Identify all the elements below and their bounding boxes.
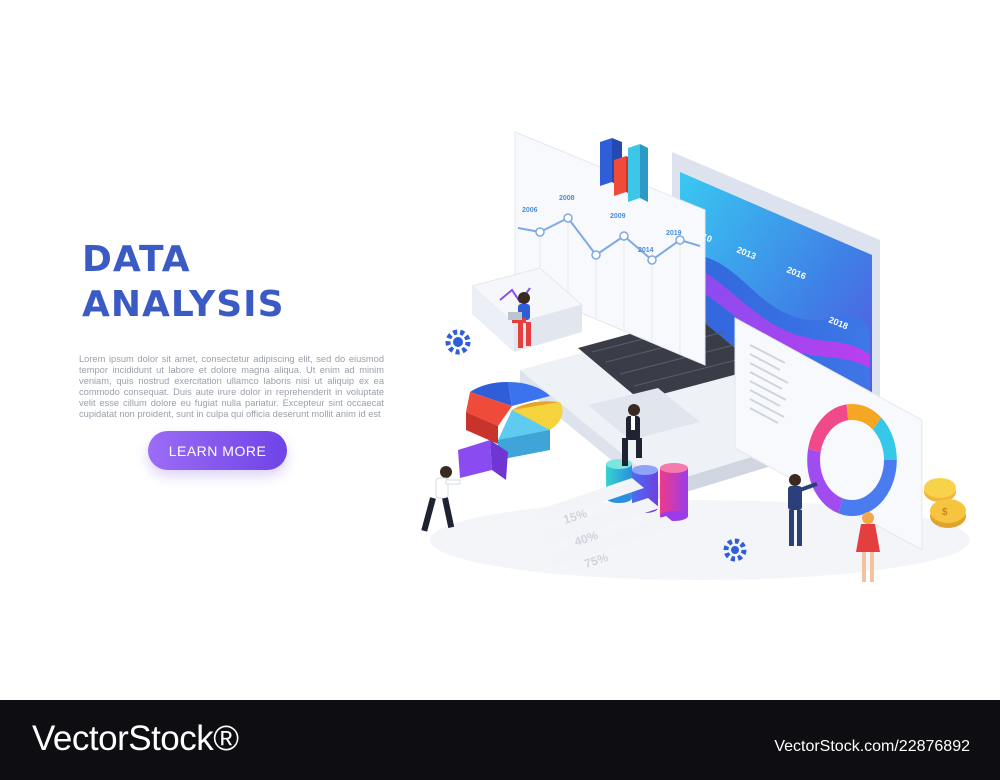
line-year-label: 2006 [522,207,538,214]
hero-banner: DATA ANALYSIS Lorem ipsum dolor sit amet… [0,0,1000,700]
data-analysis-illustration: 2010 2013 2016 2018 [421,131,970,582]
title-line-2: ANALYSIS [82,284,285,325]
line-year-label: 2019 [666,230,682,237]
line-year-label: 2008 [559,195,575,202]
person-pushing [421,466,461,532]
title-line-1: DATA [82,239,191,280]
hero-body-text: Lorem ipsum dolor sit amet, consectetur … [79,354,384,419]
vectorstock-logo: VectorStock® [32,719,239,758]
footer-bar: VectorStock® VectorStock.com/22876892 [0,700,1000,780]
svg-text:$: $ [942,507,948,518]
image-id: VectorStock.com/22876892 [774,738,970,755]
pie-chart-3d [458,381,563,480]
gear-icon [445,329,471,355]
line-year-label: 2009 [610,213,626,220]
line-year-label: 2014 [638,247,654,254]
learn-more-button[interactable]: LEARN MORE [148,431,287,470]
pie-slice-pushed [458,440,492,478]
